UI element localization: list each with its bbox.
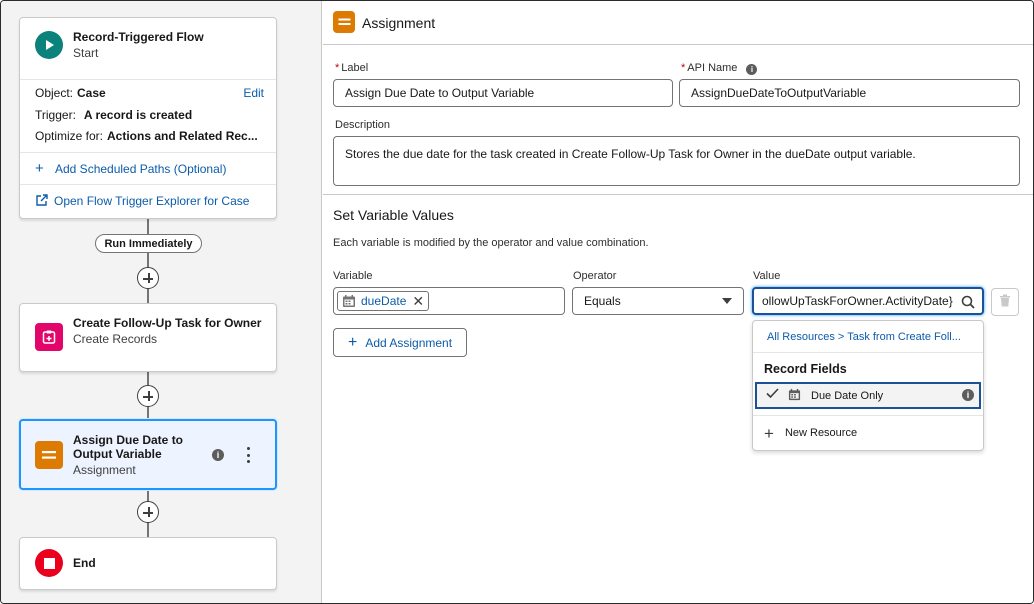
optimize-row: Optimize for: Actions and Related Rec... <box>35 129 258 143</box>
open-trigger-explorer-label: Open Flow Trigger Explorer for Case <box>54 193 250 208</box>
assign-node-title: Assign Due Date to Output Variable <box>73 433 184 461</box>
description-textarea[interactable]: Stores the due date for the task created… <box>333 136 1020 186</box>
label-field-label: * Label <box>335 62 369 74</box>
calendar-icon <box>788 388 801 404</box>
operator-value: Equals <box>584 294 621 308</box>
panel-header: Assignment <box>323 1 1033 45</box>
remove-icon[interactable]: ✕ <box>412 294 424 308</box>
add-scheduled-paths-label: Add Scheduled Paths (Optional) <box>55 161 227 176</box>
assignment-icon <box>333 11 355 33</box>
trigger-label: Trigger: <box>35 108 76 122</box>
properties-panel: Assignment * Label Assign Due Date to Out… <box>323 1 1033 603</box>
chevron-down-icon <box>722 298 732 304</box>
add-assignment-label: Add Assignment <box>365 335 453 350</box>
stop-icon <box>35 549 63 577</box>
calendar-icon <box>342 294 356 308</box>
description-field-label: Description <box>335 119 391 131</box>
more-actions-icon[interactable] <box>245 447 251 463</box>
section-description: Each variable is modified by the operato… <box>333 237 649 249</box>
start-node-title: Record-Triggered Flow <box>73 30 204 44</box>
api-name-input[interactable]: AssignDueDateToOutputVariable <box>679 79 1020 107</box>
search-icon <box>961 295 975 312</box>
label-input[interactable]: Assign Due Date to Output Variable <box>333 79 673 107</box>
add-scheduled-paths-link[interactable]: + Add Scheduled Paths (Optional) <box>20 152 276 184</box>
task-node-title: Create Follow-Up Task for Owner <box>73 316 262 330</box>
section-title: Set Variable Values <box>333 207 454 223</box>
start-node-subtitle: Start <box>73 46 99 60</box>
value-input[interactable]: ollowUpTaskForOwner.ActivityDate} <box>752 287 984 315</box>
checkmark-icon <box>766 388 779 402</box>
new-resource-label: New Resource <box>784 427 858 439</box>
assign-node-subtitle: Assignment <box>73 463 136 477</box>
dropdown-divider <box>753 415 983 416</box>
record-fields-heading: Record Fields <box>764 362 847 376</box>
variable-label: Variable <box>333 270 373 282</box>
trigger-value: A record is created <box>83 108 193 122</box>
breadcrumb[interactable]: All Resources > Task from Create Foll... <box>753 321 983 353</box>
object-row: Object: Case <box>35 86 106 100</box>
variable-pill[interactable]: dueDate ✕ <box>337 291 430 311</box>
assignment-icon <box>35 441 63 469</box>
value-label: Value <box>753 270 781 282</box>
operator-select[interactable]: Equals <box>572 287 744 315</box>
variable-input[interactable]: dueDate ✕ <box>333 287 565 315</box>
trash-icon <box>999 294 1011 310</box>
due-date-only-label: Due Date Only <box>811 390 884 402</box>
new-resource-option[interactable]: + New Resource <box>764 423 857 443</box>
assignment-node[interactable]: Assign Due Date to Output Variable Assig… <box>19 419 277 490</box>
optimize-value: Actions and Related Rec... <box>107 129 258 143</box>
delete-row-button[interactable] <box>991 288 1019 316</box>
info-icon[interactable]: i <box>962 389 974 401</box>
create-records-icon <box>35 323 63 351</box>
variable-pill-label: dueDate <box>361 294 407 308</box>
connector-line <box>147 219 149 234</box>
flow-canvas[interactable]: Record-Triggered Flow Start Object: Case … <box>1 1 322 603</box>
external-link-icon <box>35 194 48 207</box>
open-trigger-explorer-link[interactable]: Open Flow Trigger Explorer for Case <box>20 184 276 216</box>
end-node[interactable]: End <box>19 537 277 590</box>
resource-picker-dropdown: All Resources > Task from Create Foll...… <box>752 320 984 451</box>
optimize-label: Optimize for: <box>35 129 104 143</box>
trigger-row: Trigger: A record is created <box>35 108 192 122</box>
due-date-only-option[interactable]: Due Date Only i <box>755 382 981 409</box>
object-label: Object: <box>35 86 74 100</box>
edit-link[interactable]: Edit <box>243 86 264 100</box>
plus-icon: + <box>35 160 44 177</box>
start-node-header: Record-Triggered Flow Start <box>20 18 276 80</box>
add-assignment-button[interactable]: + Add Assignment <box>333 328 468 357</box>
api-name-field-text: API Name <box>687 62 738 74</box>
play-icon <box>35 31 63 59</box>
end-node-title: End <box>73 556 96 570</box>
label-field-text: Label <box>341 62 369 74</box>
add-element-button[interactable] <box>137 501 159 523</box>
add-element-button[interactable] <box>137 385 159 407</box>
flow-builder-window: Record-Triggered Flow Start Object: Case … <box>0 0 1034 604</box>
info-icon[interactable]: i <box>212 449 224 461</box>
add-element-button[interactable] <box>137 267 159 289</box>
run-immediately-pill[interactable]: Run Immediately <box>95 234 202 253</box>
object-value: Case <box>77 86 106 100</box>
start-node[interactable]: Record-Triggered Flow Start Object: Case … <box>19 17 277 219</box>
plus-icon: + <box>348 333 358 351</box>
operator-label: Operator <box>573 270 617 282</box>
create-task-node[interactable]: Create Follow-Up Task for Owner Create R… <box>19 303 277 372</box>
plus-icon: + <box>764 423 774 443</box>
value-text: ollowUpTaskForOwner.ActivityDate} <box>762 294 953 308</box>
api-name-field-label: * API Name i <box>681 62 758 75</box>
panel-title: Assignment <box>362 15 436 31</box>
info-icon[interactable]: i <box>746 64 758 75</box>
section-divider <box>323 194 1033 195</box>
task-node-subtitle: Create Records <box>73 332 158 346</box>
